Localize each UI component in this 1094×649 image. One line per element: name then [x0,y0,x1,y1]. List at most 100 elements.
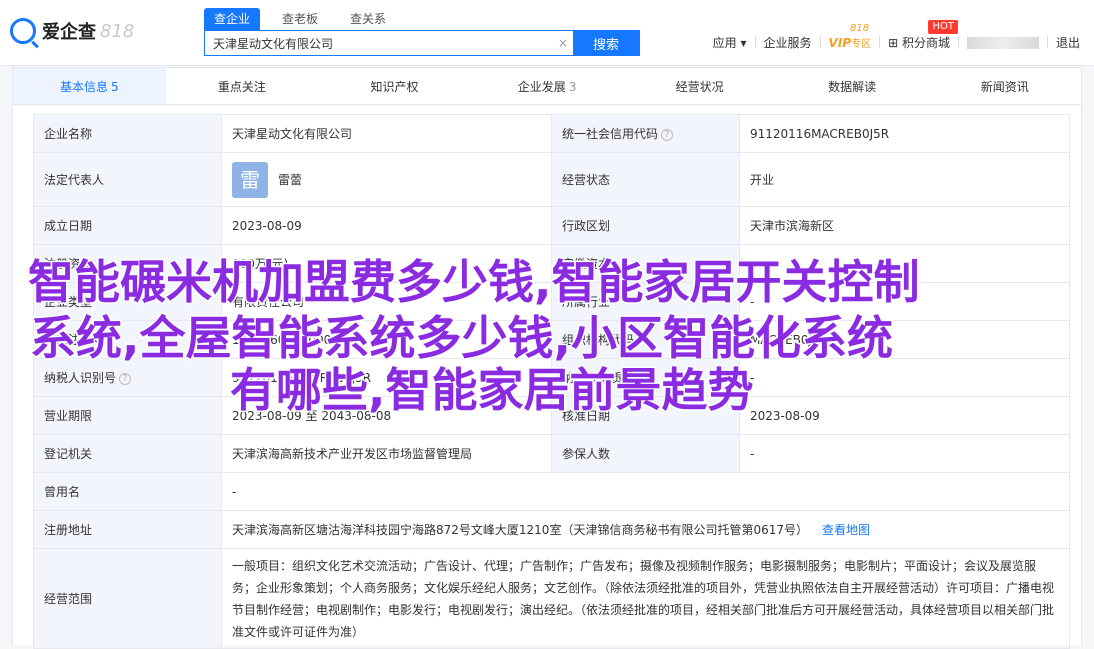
tab-label: 数据解读 [828,80,877,94]
tab-news[interactable]: 新闻资讯 [928,68,1081,104]
nav-app-menu[interactable]: 应用 ▾ [705,34,755,51]
search-tab-relation[interactable]: 查关系 [340,8,396,30]
help-icon[interactable]: ? [661,128,674,141]
table-row: 营业期限 2023-08-09 至 2043-08-08 核准日期 2023-0… [33,396,1070,435]
business-scope-value: 一般项目：组织文化艺术交流活动；广告设计、代理；广告制作；广告发布；摄像及视频制… [221,548,1070,649]
tab-data-analysis[interactable]: 数据解读 [776,68,929,104]
view-map-link[interactable]: 查看地图 [822,523,870,537]
field-label: 注册地址 [33,510,222,549]
field-label: 组织机构代码 [551,320,740,359]
tab-label: 经营状况 [675,80,724,94]
logout-link[interactable]: 退出 [1048,34,1088,51]
field-label: 核准日期 [551,396,740,435]
field-label: 经营状态 [551,152,740,207]
table-row: 工商注册号 120116000000000 组织机构代码 MACREB0J5 [33,320,1070,359]
nav-app-label: 应用 [712,35,737,50]
avatar[interactable]: 雷 [232,161,268,198]
tab-label: 企业发展 [517,80,566,94]
legal-representative-cell: 雷雷蕾 [221,152,552,207]
former-name-value: - [221,472,1070,511]
field-value: 2023-08-09 [221,206,552,245]
search-tab-boss[interactable]: 查老板 [272,8,328,30]
logo-number: 818 [100,20,135,42]
field-value: 天津市滨海新区 [739,206,1070,245]
field-value: - [739,434,1070,473]
field-label: 注册资本 [33,244,222,283]
top-nav-links: 应用 ▾ 企业服务 VIP专区 818 ⊞ 积分商城 HOT 退出 [705,19,1088,52]
detail-tabs: 基本信息 5 重点关注 知识产权 企业发展 3 经营状况 数据解读 新闻资讯 [12,67,1082,105]
table-row: 曾用名 - [33,472,1070,511]
search-input[interactable] [205,31,553,55]
tab-intellectual-property[interactable]: 知识产权 [318,68,471,104]
field-value: MACREB0J5 [739,320,1070,359]
logo-text: 爱企查 [42,22,96,43]
field-label: 登记机关 [33,434,222,473]
address-cell: 天津滨海高新区塘沽海洋科技园宁海路872号文峰大厦1210室（天津锦信商务秘书有… [221,510,1070,549]
field-value: - [739,244,1070,283]
field-label: 营业期限 [33,396,222,435]
vip-badge: 818 [849,22,870,34]
field-label: 曾用名 [33,472,222,511]
logo[interactable]: 爱企查 818 [10,18,134,44]
field-label: 成立日期 [33,206,222,245]
field-value: 91120116MACREB0J5R [221,358,552,397]
nav-vip-zone[interactable]: VIP专区 818 [821,23,880,50]
clear-icon[interactable]: × [553,31,573,55]
table-row: 经营范围 一般项目：组织文化艺术交流活动；广告设计、代理；广告制作；广告发布；摄… [33,548,1070,649]
vip-suffix: 专区 [851,38,872,50]
table-row: 注册资本 800万(元) 实缴资本 - [33,244,1070,283]
table-row: 法定代表人 雷雷蕾 经营状态 开业 [33,152,1070,207]
tab-label: 新闻资讯 [980,80,1029,94]
status-value: 开业 [739,152,1070,207]
tab-count: 5 [110,80,119,94]
field-label: 统一社会信用代码? [551,114,740,153]
field-label: 法定代表人 [33,152,222,207]
hot-badge: HOT [928,19,958,34]
field-label: 参保人数 [551,434,740,473]
table-row: 成立日期 2023-08-09 行政区划 天津市滨海新区 [33,206,1070,245]
tab-basic-info[interactable]: 基本信息 5 [13,68,166,104]
table-row: 企业名称 天津星动文化有限公司 统一社会信用代码? 91120116MACREB… [33,114,1070,153]
top-navigation-bar: 爱企查 818 查企业 查老板 查关系 × 搜索 应用 ▾ 企业服务 VIP专区… [0,0,1094,66]
search-button[interactable]: 搜索 [573,31,639,55]
field-value: - [739,358,1070,397]
chevron-down-icon: ▾ [740,35,747,50]
nav-points-mall[interactable]: ⊞ 积分商城 HOT [880,19,958,51]
avatar [966,36,1039,49]
search-tab-company[interactable]: 查企业 [204,8,261,30]
taxpayer-id-label: 纳税人识别号 [44,371,117,385]
field-value: 2023-08-09 至 2043-08-08 [221,396,552,435]
table-row: 登记机关 天津滨海高新技术产业开发区市场监督管理局 参保人数 - [33,434,1070,473]
vip-label: VIP [828,35,852,50]
field-label: 企业类型 [33,282,222,321]
field-label: 纳税人资质 [551,358,740,397]
credit-code-label: 统一社会信用代码 [562,127,659,141]
field-label: 企业名称 [33,114,222,153]
nav-enterprise-service[interactable]: 企业服务 [756,34,820,51]
field-value: 有限责任公司 [221,282,552,321]
field-value: 800万(元) [221,244,552,283]
legal-representative-name[interactable]: 雷蕾 [278,171,302,188]
logo-magnifier-icon [10,18,36,44]
tab-label: 知识产权 [370,80,419,94]
help-icon[interactable]: ? [119,372,132,385]
field-label: 行政区划 [551,206,740,245]
table-row: 注册地址 天津滨海高新区塘沽海洋科技园宁海路872号文峰大厦1210室（天津锦信… [33,510,1070,549]
field-label: 纳税人识别号? [33,358,222,397]
tab-enterprise-development[interactable]: 企业发展 3 [471,68,624,104]
address-value: 天津滨海高新区塘沽海洋科技园宁海路872号文峰大厦1210室（天津锦信商务秘书有… [232,523,808,537]
field-label: 经营范围 [33,548,222,649]
tab-key-focus[interactable]: 重点关注 [166,68,319,104]
search-tabs: 查企业 查老板 查关系 [204,8,640,30]
user-account[interactable] [959,35,1047,49]
basic-info-table: 企业名称 天津星动文化有限公司 统一社会信用代码? 91120116MACREB… [33,114,1070,649]
tab-label: 重点关注 [217,80,266,94]
field-value: 2023-08-09 [739,396,1070,435]
field-label: 所属行业 [551,282,740,321]
field-value: 天津滨海高新技术产业开发区市场监督管理局 [221,434,552,473]
tab-operating-status[interactable]: 经营状况 [623,68,776,104]
table-row: 企业类型 有限责任公司 所属行业 - [33,282,1070,321]
tab-count: 3 [568,80,577,94]
table-row: 纳税人识别号? 91120116MACREB0J5R 纳税人资质 - [33,358,1070,397]
search-area: 查企业 查老板 查关系 × 搜索 [204,8,640,56]
